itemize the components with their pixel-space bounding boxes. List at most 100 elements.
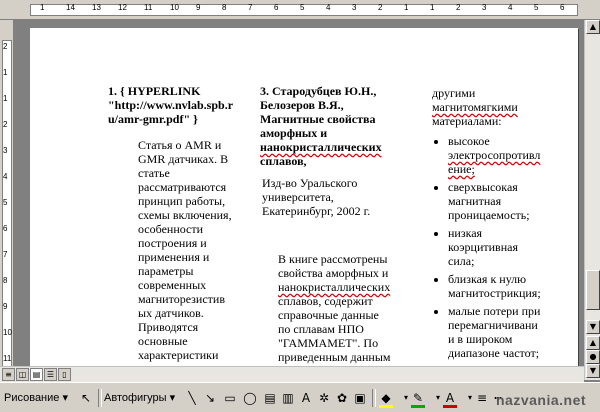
text-line: сплавов, содержит [278, 294, 373, 308]
text-line: университета, [262, 190, 334, 204]
property-list-item: низкаякоэрцитивнаясила; [448, 226, 572, 268]
ruler-number: 2 [378, 3, 383, 12]
text-line: низкая [448, 226, 483, 240]
wordart-icon[interactable]: A [298, 390, 314, 406]
toolbar-separator [372, 389, 376, 407]
text-line: перемагничивани [448, 318, 538, 332]
ruler-number: 1 [430, 3, 435, 12]
ruler-number: 1 [404, 3, 409, 12]
text-line: Приводятся [138, 320, 199, 334]
text-line: параметры [138, 264, 194, 278]
reference-1-description: Статья о AMR и GMR датчиках. Встатье рассм… [138, 138, 258, 380]
property-list-item: малые потери приперемагничивании в широк… [448, 304, 572, 360]
text-line: принцип работы, [138, 194, 226, 208]
vertical-textbox-icon[interactable]: ▥ [280, 390, 296, 406]
rectangle-icon[interactable]: ▭ [222, 390, 238, 406]
properties-list-column: другимимагнитомягкимиматериалами: высоко… [432, 86, 572, 380]
text-line: малые потери при [448, 304, 541, 318]
toolbar-separator [98, 389, 102, 407]
text-line: высокое [448, 134, 490, 148]
line-icon[interactable]: ╲ [184, 390, 200, 406]
pointer-icon[interactable]: ↖ [78, 390, 94, 406]
oval-icon[interactable]: ◯ [242, 390, 258, 406]
text-line: и в широком [448, 332, 513, 346]
text-line: материалами: [432, 114, 502, 128]
ruler-number: 10 [3, 328, 12, 337]
diagram-icon[interactable]: ✲ [316, 390, 332, 406]
print-layout-view-icon[interactable]: ▤ [30, 368, 43, 381]
textbox-icon[interactable]: ▤ [262, 390, 278, 406]
scroll-thumb[interactable] [586, 270, 600, 310]
line-color-icon[interactable]: ✎ [410, 390, 426, 408]
ruler-number: 4 [508, 3, 513, 12]
reference-3-publisher: Изд-во Уральского университета, Екатеринбу… [262, 176, 382, 218]
property-list-item: близкая к нулюмагнитострикция; [448, 272, 572, 300]
line-style-icon[interactable]: ≡ [474, 390, 490, 406]
ruler-number: 11 [3, 354, 12, 363]
web-layout-view-icon[interactable]: ◫ [16, 368, 29, 381]
outline-view-icon[interactable]: ☰ [44, 368, 57, 381]
previous-page-icon[interactable]: ▲ [586, 336, 600, 350]
reference-3-heading: 3. Стародубцев Ю.Н., Белозеров В.Я., Магни… [260, 84, 382, 168]
ruler-number: 5 [300, 3, 305, 12]
autoshapes-menu-label: Автофигуры [104, 392, 167, 404]
text-line: ение; [448, 162, 475, 176]
ruler-number: 13 [92, 3, 101, 12]
text-line: приведенным данным [278, 350, 391, 364]
text-line: характеристики [138, 348, 219, 362]
property-list-item: сверхвысокаямагнитнаяпроницаемость; [448, 180, 572, 222]
ruler-number: 6 [3, 224, 8, 233]
next-page-icon[interactable]: ▼ [586, 364, 600, 378]
vertical-ruler-strip [2, 40, 12, 376]
ruler-number: 9 [196, 3, 201, 12]
ruler-number: 6 [274, 3, 279, 12]
ruler-number: 12 [118, 3, 127, 12]
text-line: GMR датчиках. В [138, 152, 229, 166]
ruler-number: 2 [3, 42, 8, 51]
text-line: Белозеров В.Я., [260, 98, 344, 112]
clipart-icon[interactable]: ✿ [334, 390, 350, 406]
text-line: применения и [138, 250, 210, 264]
text-line: проницаемость; [448, 208, 530, 222]
text-line: Изд-во Уральского [262, 176, 358, 190]
normal-view-icon[interactable]: ≡ [2, 368, 15, 381]
reading-layout-view-icon[interactable]: ▯ [58, 368, 71, 381]
scroll-down-icon[interactable]: ▼ [586, 320, 600, 334]
vertical-ruler[interactable]: 21123456789101112 [0, 20, 14, 389]
autoshapes-menu-button[interactable]: Автофигуры ▾ [104, 389, 175, 407]
text-line: статье [138, 166, 170, 180]
drawing-menu-button[interactable]: Рисование ▾ [4, 389, 68, 407]
ruler-number: 10 [170, 3, 179, 12]
document-page[interactable]: 1. { HYPERLINK "http://www.nvlab.spb.r u/a… [30, 28, 578, 380]
watermark-text: nazvania.net [496, 392, 587, 408]
ruler-number: 4 [3, 172, 8, 181]
text-line: справочные данные [278, 308, 379, 322]
fill-color-icon[interactable]: ◆ [378, 390, 394, 408]
text-line: 3. Стародубцев Ю.Н., [260, 84, 377, 98]
text-line: основные [138, 334, 188, 348]
text-line: Магнитные свойства [260, 112, 376, 126]
reference-3-description: В книге рассмотрены свойства аморфных и на… [278, 252, 408, 378]
text-line: нанокристаллических [260, 140, 382, 154]
text-line: электросопротивл [448, 148, 541, 162]
font-color-icon[interactable]: A [442, 390, 458, 408]
picture-icon[interactable]: ▣ [352, 390, 368, 406]
text-line: магнитная [448, 194, 502, 208]
select-browse-object-icon[interactable]: ● [586, 350, 600, 364]
horizontal-scrollbar[interactable]: ≡ ◫ ▤ ☰ ▯ [0, 366, 584, 382]
ruler-number: 5 [3, 198, 8, 207]
text-line: сила; [448, 254, 475, 268]
ruler-number: 9 [3, 302, 8, 311]
drawing-menu-label: Рисование [4, 392, 60, 404]
text-line: нанокристаллических [278, 280, 391, 294]
text-line: схемы включения, [138, 208, 232, 222]
text-line: аморфных и [260, 126, 328, 140]
arrow-icon[interactable]: ↘ [202, 390, 218, 406]
text-line: ых датчиков. [138, 306, 204, 320]
text-line: коэрцитивная [448, 240, 518, 254]
text-line: близкая к нулю [448, 272, 527, 286]
vertical-scrollbar[interactable]: ▲ ▼ ▲ ● ▼ [584, 20, 600, 380]
horizontal-ruler[interactable]: 1 14 13 12 11 10 9 8 7 6 5 4 3 2 1 1 2 3 4 5 6 [0, 0, 600, 20]
scroll-up-icon[interactable]: ▲ [586, 20, 600, 34]
text-line: "ГАММАМЕТ". По [278, 336, 379, 350]
